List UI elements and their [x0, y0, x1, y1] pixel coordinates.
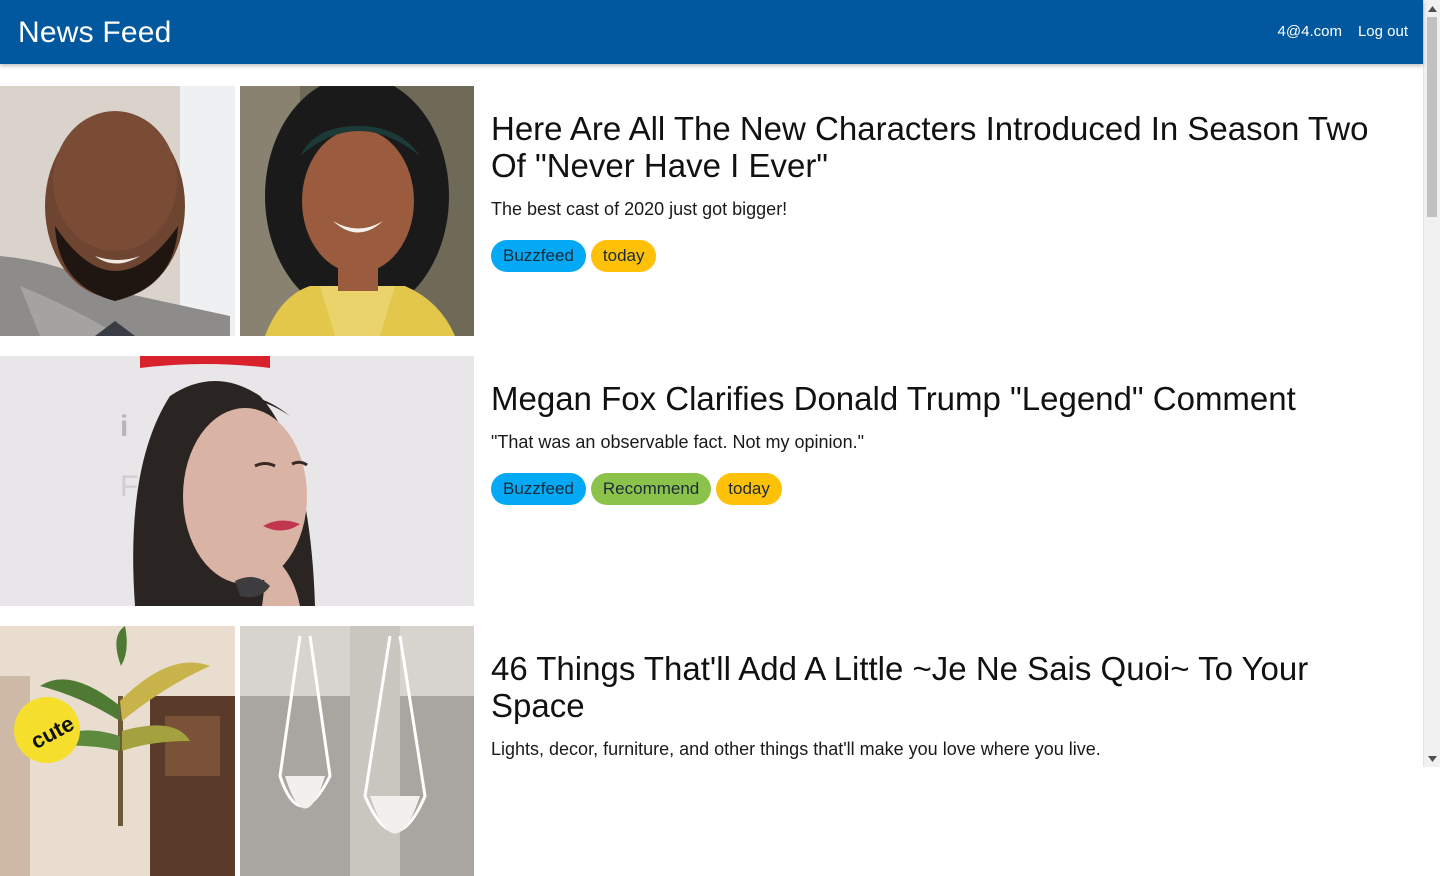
article-text: Megan Fox Clarifies Donald Trump "Legend… [491, 380, 1401, 505]
article-title[interactable]: Here Are All The New Characters Introduc… [491, 110, 1401, 184]
article-text: 46 Things That'll Add A Little ~Je Ne Sa… [491, 650, 1401, 761]
article-thumbnail[interactable]: i F [0, 356, 474, 606]
article-thumbnail[interactable] [0, 86, 474, 336]
app-title[interactable]: News Feed [18, 14, 172, 52]
scroll-down-arrow-icon[interactable] [1424, 750, 1440, 767]
article-title[interactable]: Megan Fox Clarifies Donald Trump "Legend… [491, 380, 1401, 417]
article-card[interactable]: Here Are All The New Characters Introduc… [0, 86, 1423, 336]
two-actor-portraits-image [0, 86, 474, 336]
date-tag[interactable]: today [716, 473, 782, 505]
celebrity-portrait-image: i F [0, 356, 474, 606]
source-tag[interactable]: Buzzfeed [491, 473, 586, 505]
article-title[interactable]: 46 Things That'll Add A Little ~Je Ne Sa… [491, 650, 1401, 724]
article-card[interactable]: cute 46 Things That'll Add A Little ~Je … [0, 626, 1423, 876]
source-tag[interactable]: Buzzfeed [491, 240, 586, 272]
article-thumbnail[interactable]: cute [0, 626, 474, 876]
page-scrollbar[interactable] [1423, 0, 1440, 767]
article-description: "That was an observable fact. Not my opi… [491, 432, 864, 452]
scroll-up-arrow-icon[interactable] [1424, 0, 1440, 17]
user-email-link[interactable]: 4@4.com [1278, 22, 1342, 42]
article-tags: Buzzfeed today [491, 240, 1401, 272]
logout-link[interactable]: Log out [1358, 22, 1408, 42]
article-description: Lights, decor, furniture, and other thin… [491, 739, 1101, 759]
article-card[interactable]: i F Megan Fox Clarifies Donald Trump "Le… [0, 356, 1423, 606]
home-decor-collage-image: cute [0, 626, 474, 876]
article-tags: Buzzfeed Recommend today [491, 473, 1401, 505]
scrollbar-thumb[interactable] [1427, 17, 1437, 217]
user-nav: 4@4.com Log out [1278, 22, 1408, 42]
recommend-tag[interactable]: Recommend [590, 473, 712, 505]
article-text: Here Are All The New Characters Introduc… [491, 110, 1401, 272]
article-description: The best cast of 2020 just got bigger! [491, 199, 788, 219]
date-tag[interactable]: today [590, 240, 657, 272]
svg-text:F: F [120, 470, 138, 503]
svg-text:i: i [120, 410, 128, 443]
top-app-bar: News Feed 4@4.com Log out [0, 0, 1423, 64]
